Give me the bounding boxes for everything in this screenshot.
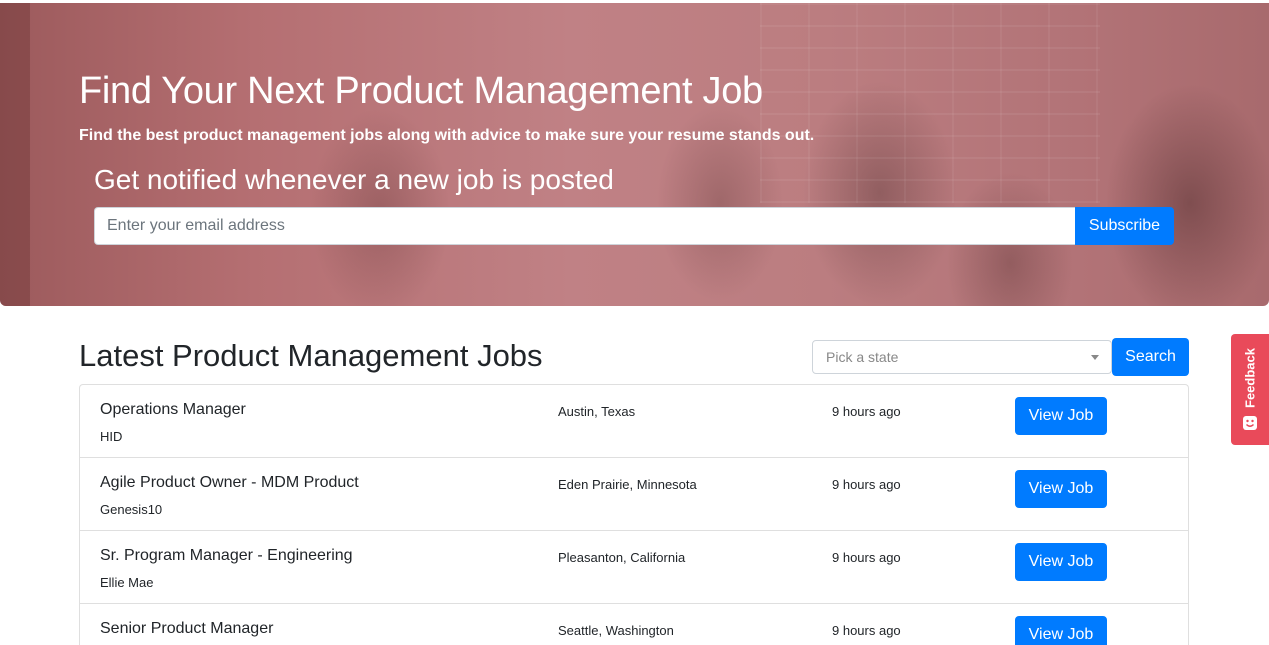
email-input[interactable] bbox=[94, 207, 1075, 245]
hero-title: Find Your Next Product Management Job bbox=[79, 70, 763, 112]
feedback-label: Feedback bbox=[1242, 348, 1258, 408]
job-list: Operations Manager HID Austin, Texas 9 h… bbox=[79, 384, 1189, 645]
job-title: Operations Manager bbox=[100, 401, 246, 418]
hero-subtitle: Find the best product management jobs al… bbox=[79, 127, 815, 144]
notify-heading: Get notified whenever a new job is poste… bbox=[94, 164, 614, 195]
smile-icon bbox=[1243, 416, 1257, 430]
jobs-section-title: Latest Product Management Jobs bbox=[79, 338, 543, 373]
chevron-down-icon bbox=[1091, 355, 1099, 360]
search-button[interactable]: Search bbox=[1112, 338, 1189, 376]
view-job-button[interactable]: View Job bbox=[1015, 543, 1107, 581]
view-job-button[interactable]: View Job bbox=[1015, 470, 1107, 508]
subscribe-button[interactable]: Subscribe bbox=[1075, 207, 1174, 245]
job-row: Senior Product Manager Seattle, Washingt… bbox=[80, 604, 1188, 645]
hero-background-edge bbox=[0, 3, 30, 306]
job-posted-time: 9 hours ago bbox=[832, 550, 901, 565]
state-select[interactable]: Pick a state bbox=[812, 340, 1112, 374]
view-job-button[interactable]: View Job bbox=[1015, 616, 1107, 645]
job-company: Genesis10 bbox=[100, 502, 163, 517]
job-title: Sr. Program Manager - Engineering bbox=[100, 547, 353, 564]
job-posted-time: 9 hours ago bbox=[832, 623, 901, 638]
job-row: Agile Product Owner - MDM Product Genesi… bbox=[80, 458, 1188, 531]
job-company: Ellie Mae bbox=[100, 575, 154, 590]
job-posted-time: 9 hours ago bbox=[832, 477, 901, 492]
state-select-placeholder: Pick a state bbox=[826, 349, 899, 365]
job-location: Pleasanton, California bbox=[558, 550, 686, 565]
job-location: Austin, Texas bbox=[558, 404, 636, 419]
job-location: Eden Prairie, Minnesota bbox=[558, 477, 697, 492]
job-title: Agile Product Owner - MDM Product bbox=[100, 474, 359, 491]
feedback-tab[interactable]: Feedback bbox=[1231, 334, 1269, 445]
view-job-button[interactable]: View Job bbox=[1015, 397, 1107, 435]
job-title: Senior Product Manager bbox=[100, 620, 274, 637]
hero-background-texture bbox=[760, 3, 1100, 203]
job-row: Operations Manager HID Austin, Texas 9 h… bbox=[80, 385, 1188, 458]
job-company: HID bbox=[100, 429, 123, 444]
job-row: Sr. Program Manager - Engineering Ellie … bbox=[80, 531, 1188, 604]
job-location: Seattle, Washington bbox=[558, 623, 674, 638]
hero-banner: Find Your Next Product Management Job Fi… bbox=[0, 3, 1269, 306]
job-posted-time: 9 hours ago bbox=[832, 404, 901, 419]
